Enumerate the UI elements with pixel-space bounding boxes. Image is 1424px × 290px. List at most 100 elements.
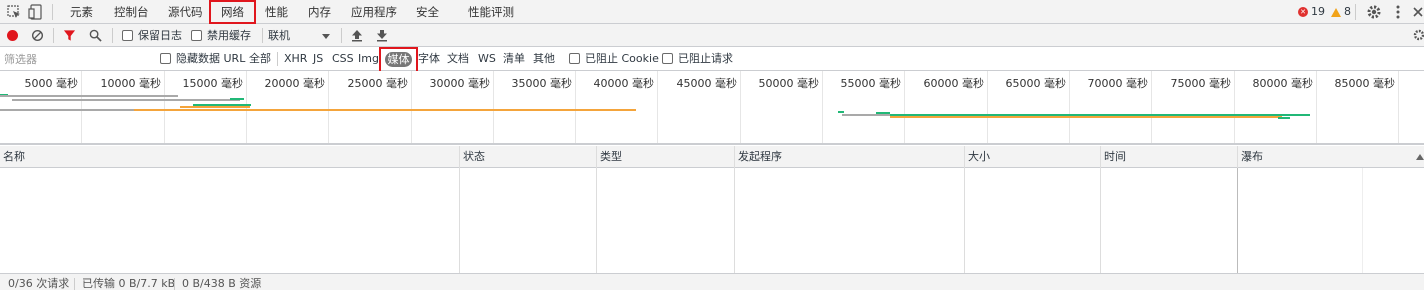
column-type[interactable]: 类型 <box>597 146 622 168</box>
column-waterfall[interactable]: 瀑布 <box>1238 146 1263 168</box>
header-divider <box>1237 146 1238 168</box>
preserve-log-label: 保留日志 <box>138 29 182 42</box>
tab-network[interactable]: 网络 <box>209 0 256 24</box>
column-time[interactable]: 时间 <box>1101 146 1126 168</box>
filter-type-css[interactable]: CSS <box>332 47 354 71</box>
tab-security[interactable]: 安全 <box>416 0 439 24</box>
network-settings-gear-icon[interactable] <box>1413 29 1424 41</box>
filter-type-xhr[interactable]: XHR <box>284 47 307 71</box>
overview-bar <box>134 109 636 111</box>
throttling-select[interactable]: 联机 <box>268 24 334 47</box>
overview-tick-label: 45000 毫秒 <box>676 77 738 90</box>
filter-type-img[interactable]: Img <box>358 47 379 71</box>
hide-data-urls-checkbox[interactable] <box>160 53 171 64</box>
overview-tick-label: 20000 毫秒 <box>264 77 326 90</box>
chevron-down-icon <box>322 34 330 39</box>
column-divider <box>1100 168 1101 273</box>
blocked-requests-checkbox[interactable] <box>662 53 673 64</box>
overview-tick-label: 5000 毫秒 <box>24 77 79 90</box>
overview-gridline <box>657 71 658 143</box>
network-toolbar: 保留日志 禁用缓存 联机 <box>0 24 1424 47</box>
export-har-icon[interactable] <box>376 29 388 42</box>
overview-bar <box>1278 117 1290 119</box>
column-name[interactable]: 名称 <box>0 146 25 168</box>
requests-table-header: 名称 状态 类型 发起程序 大小 时间 瀑布 <box>0 146 1424 168</box>
filter-input[interactable] <box>2 50 148 68</box>
column-size[interactable]: 大小 <box>965 146 990 168</box>
tab-sources[interactable]: 源代码 <box>168 0 203 24</box>
header-divider <box>734 146 735 168</box>
filter-type-ws[interactable]: WS <box>478 47 496 71</box>
blocked-requests-label: 已阻止请求 <box>678 52 733 65</box>
overview-tick-label: 15000 毫秒 <box>182 77 244 90</box>
device-toolbar-icon[interactable] <box>28 4 44 20</box>
close-icon[interactable] <box>1410 4 1424 20</box>
overview-bar <box>12 99 240 101</box>
overview-gridline <box>246 71 247 143</box>
preserve-log-checkbox[interactable] <box>122 30 133 41</box>
requests-table-body[interactable] <box>0 168 1424 273</box>
overview-bar <box>0 95 178 97</box>
disable-cache-checkbox[interactable] <box>191 30 202 41</box>
more-options-icon[interactable] <box>1390 4 1406 20</box>
column-divider <box>596 168 597 273</box>
header-divider <box>1100 146 1101 168</box>
tab-performance[interactable]: 性能 <box>265 0 288 24</box>
column-divider <box>459 168 460 273</box>
tab-console[interactable]: 控制台 <box>114 0 149 24</box>
disable-cache-label: 禁用缓存 <box>207 29 251 42</box>
network-status-bar: 0/36 次请求 已传输 0 B/7.7 kB 0 B/438 B 资源 <box>0 273 1424 290</box>
column-initiator[interactable]: 发起程序 <box>735 146 782 168</box>
overview-gridline <box>1316 71 1317 143</box>
overview-gridline <box>328 71 329 143</box>
overview-tick-label: 60000 毫秒 <box>923 77 985 90</box>
transferred-size: 已传输 0 B/7.7 kB <box>82 277 176 290</box>
filter-type-font[interactable]: 字体 <box>418 47 440 71</box>
record-button[interactable] <box>7 30 18 41</box>
overview-tick-label: 65000 毫秒 <box>1005 77 1067 90</box>
overview-gridline <box>1151 71 1152 143</box>
resources-size: 0 B/438 B 资源 <box>182 277 262 290</box>
filter-icon[interactable] <box>63 29 76 42</box>
overview-gridline <box>493 71 494 143</box>
settings-gear-icon[interactable] <box>1366 4 1382 20</box>
overview-tick-label: 75000 毫秒 <box>1170 77 1232 90</box>
overview-tick-label: 30000 毫秒 <box>429 77 491 90</box>
column-status[interactable]: 状态 <box>460 146 485 168</box>
waterfall-gridline <box>1362 168 1363 273</box>
tab-memory[interactable]: 内存 <box>308 0 331 24</box>
overview-tick-label: 55000 毫秒 <box>840 77 902 90</box>
blocked-cookies-checkbox[interactable] <box>569 53 580 64</box>
network-overview[interactable]: 5000 毫秒 10000 毫秒 15000 毫秒 20000 毫秒 25000 毫秒 3… <box>0 71 1424 145</box>
filter-type-all[interactable]: 全部 <box>249 47 271 71</box>
header-divider <box>459 146 460 168</box>
overview-bar <box>230 98 244 100</box>
search-icon[interactable] <box>89 29 102 42</box>
overview-tick-label: 35000 毫秒 <box>511 77 573 90</box>
divider <box>52 4 53 20</box>
overview-gridline <box>81 71 82 143</box>
divider <box>341 28 342 43</box>
filter-type-js[interactable]: JS <box>313 47 323 71</box>
divider <box>112 28 113 43</box>
overview-gridline <box>1069 71 1070 143</box>
warning-count: 8 <box>1344 5 1351 18</box>
filter-type-manifest[interactable]: 清单 <box>503 47 525 71</box>
tab-elements[interactable]: 元素 <box>70 0 93 24</box>
overview-bar <box>838 111 844 113</box>
overview-tick-label: 10000 毫秒 <box>100 77 162 90</box>
filter-type-other[interactable]: 其他 <box>533 47 555 71</box>
divider <box>262 28 263 43</box>
error-count: 19 <box>1311 5 1325 18</box>
tab-application[interactable]: 应用程序 <box>351 0 397 24</box>
filter-type-media-label: 媒体 <box>385 52 412 67</box>
clear-icon[interactable] <box>31 29 44 42</box>
request-count: 0/36 次请求 <box>8 277 70 290</box>
import-har-icon[interactable] <box>351 29 363 42</box>
filter-type-doc[interactable]: 文档 <box>447 47 469 71</box>
throttling-value: 联机 <box>268 29 290 42</box>
header-divider <box>596 146 597 168</box>
issues-counter[interactable]: ✕ 19 8 <box>1298 5 1351 19</box>
tab-lighthouse[interactable]: 性能评测 <box>468 0 514 24</box>
inspect-element-icon[interactable] <box>6 4 22 20</box>
